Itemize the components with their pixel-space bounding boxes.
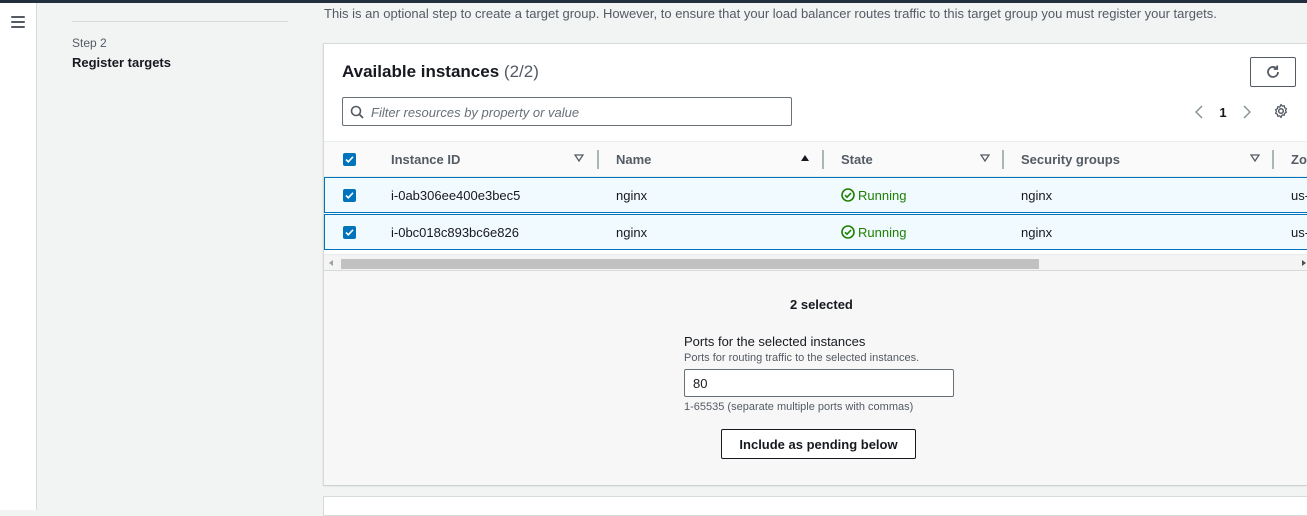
instance-id-cell[interactable]: i-0ab306ee400e3bec5 [391, 178, 520, 212]
table-settings-button[interactable] [1273, 103, 1291, 121]
column-separator[interactable] [597, 150, 599, 169]
table-row[interactable]: i-0bc018c893bc6e826 nginx Running nginx … [324, 214, 1307, 250]
intro-text: This is an optional step to create a tar… [324, 6, 1217, 21]
panel-title: Available instances (2/2) [342, 62, 539, 82]
scroll-right-arrow-icon[interactable] [1302, 260, 1306, 266]
row-checkbox[interactable] [343, 188, 356, 202]
status-success-icon [841, 225, 855, 239]
state-label: Running [858, 187, 907, 203]
panel-title-text: Available instances [342, 62, 500, 81]
pagination: 1 [1190, 102, 1256, 122]
select-all-cell [343, 142, 356, 177]
ports-hint: 1-65535 (separate multiple ports with co… [684, 401, 914, 413]
name-cell: nginx [616, 187, 648, 203]
refresh-icon [1267, 65, 1279, 78]
horizontal-scrollbar[interactable] [324, 254, 1307, 271]
checkmark-icon [345, 191, 354, 199]
include-as-pending-button[interactable]: Include as pending below [721, 429, 916, 459]
checkmark-icon [345, 228, 354, 236]
main-content: This is an optional step to create a tar… [323, 0, 1307, 516]
zone-cell: us- [1291, 224, 1307, 240]
table-header: Instance ID Name State Security groups Z… [324, 141, 1307, 177]
selection-area: 2 selected Ports for the selected instan… [324, 271, 1307, 485]
selected-count: 2 selected [790, 297, 853, 312]
available-instances-panel: Available instances (2/2) 1 [323, 43, 1307, 485]
scroll-left-arrow-icon[interactable] [329, 260, 333, 266]
column-separator[interactable] [822, 150, 824, 169]
security-groups-cell[interactable]: nginx [1021, 215, 1052, 249]
name-cell: nginx [616, 224, 648, 240]
scrollbar-thumb[interactable] [341, 259, 1039, 269]
hamburger-menu-icon[interactable] [11, 16, 25, 28]
filter-input[interactable] [371, 102, 781, 122]
column-label: Zo [1291, 152, 1307, 167]
state-label: Running [858, 224, 907, 240]
row-select-cell [343, 215, 356, 249]
instances-table: Instance ID Name State Security groups Z… [324, 141, 1307, 250]
ports-description: Ports for routing traffic to the selecte… [684, 352, 920, 364]
step-label: Step 2 [72, 36, 107, 50]
prev-page-button[interactable] [1190, 102, 1208, 122]
column-name[interactable]: Name [616, 142, 824, 177]
column-label: Name [616, 152, 652, 167]
checkmark-icon [345, 156, 354, 163]
ports-label: Ports for the selected instances [684, 334, 866, 349]
next-page-button[interactable] [1238, 102, 1256, 122]
row-select-cell [343, 178, 356, 212]
zone-cell: us- [1291, 187, 1307, 203]
chevron-left-icon [1195, 105, 1203, 119]
gear-icon [1274, 103, 1288, 119]
status-success-icon [841, 188, 855, 202]
row-checkbox[interactable] [343, 225, 356, 239]
chevron-right-icon [1243, 105, 1251, 119]
column-security-groups[interactable]: Security groups [1021, 142, 1274, 177]
search-icon [350, 105, 364, 119]
filter-box [342, 97, 792, 126]
wizard-steps: Step 2 Register targets [37, 3, 323, 510]
side-rail [0, 3, 37, 510]
sort-caret-icon[interactable] [1250, 154, 1260, 162]
step-title[interactable]: Register targets [72, 55, 171, 70]
ports-input[interactable] [684, 369, 954, 397]
column-separator[interactable] [1002, 150, 1004, 169]
sort-ascending-icon[interactable] [800, 154, 810, 162]
column-instance-id[interactable]: Instance ID [391, 142, 599, 177]
state-cell: Running [841, 215, 906, 249]
sort-caret-icon[interactable] [574, 154, 584, 162]
column-label: Security groups [1021, 152, 1120, 167]
column-label: State [841, 152, 873, 167]
column-state[interactable]: State [841, 142, 1004, 177]
sort-caret-icon[interactable] [980, 154, 990, 162]
column-label: Instance ID [391, 152, 461, 167]
state-cell: Running [841, 178, 906, 212]
instance-count: (2/2) [503, 62, 539, 81]
next-panel [323, 496, 1307, 516]
column-separator[interactable] [1272, 150, 1274, 169]
security-groups-cell[interactable]: nginx [1021, 178, 1052, 212]
steps-divider [72, 21, 288, 22]
table-row[interactable]: i-0ab306ee400e3bec5 nginx Running nginx … [324, 177, 1307, 213]
refresh-button[interactable] [1250, 57, 1296, 87]
page-number[interactable]: 1 [1208, 105, 1238, 120]
column-zone[interactable]: Zo [1291, 142, 1307, 177]
instance-id-cell[interactable]: i-0bc018c893bc6e826 [391, 215, 519, 249]
select-all-checkbox[interactable] [343, 153, 356, 166]
